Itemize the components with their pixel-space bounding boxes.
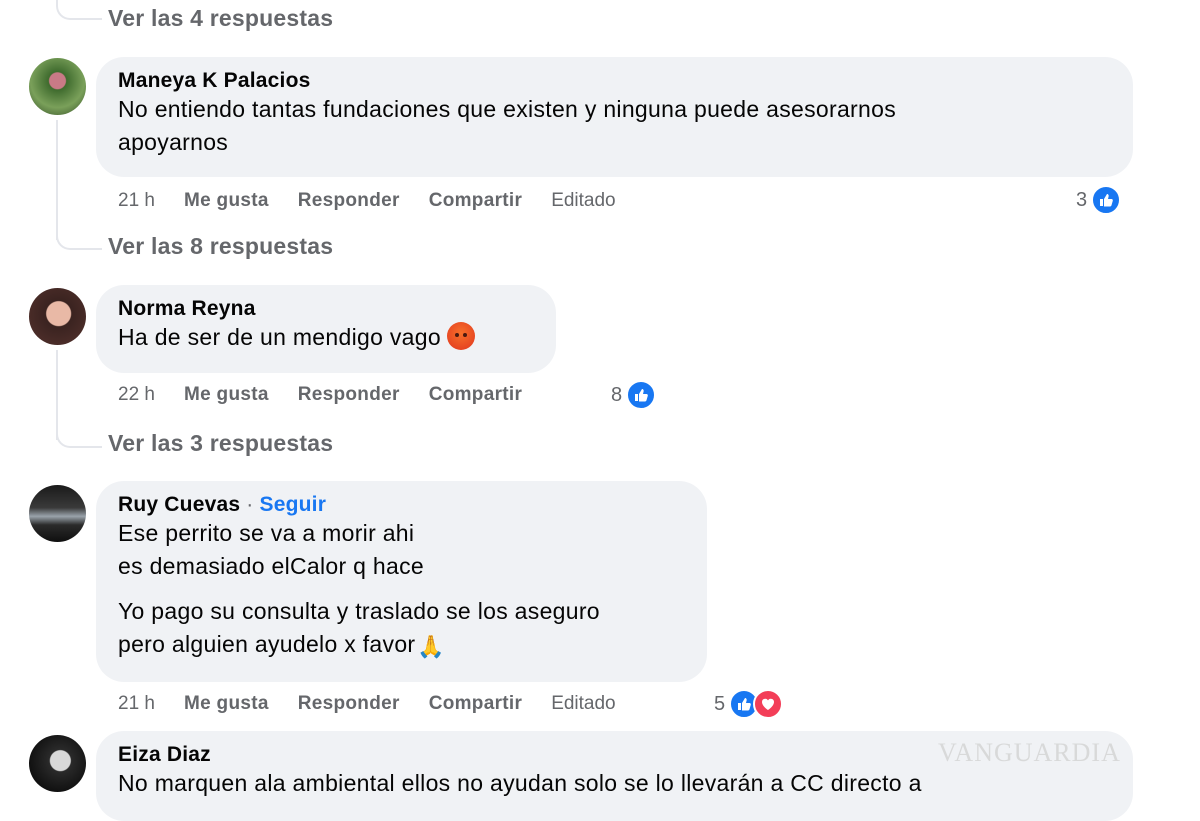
comment-actions: 21 h Me gusta Responder Compartir Editad… [118, 190, 645, 212]
reaction-summary[interactable]: 5 [714, 689, 784, 719]
reaction-count: 8 [611, 383, 623, 406]
comment-author[interactable]: Norma Reyna [118, 297, 534, 321]
comment-bubble: Maneya K Palacios No entiendo tantas fun… [96, 57, 1133, 177]
reply-button[interactable]: Responder [298, 693, 400, 715]
comment-text: Ha de ser de un mendigo vago [118, 321, 534, 354]
avatar[interactable] [29, 58, 86, 115]
comment-time[interactable]: 21 h [118, 190, 155, 212]
angry-face-emoji [446, 322, 475, 350]
avatar[interactable] [29, 288, 86, 345]
reply-button[interactable]: Responder [298, 384, 400, 406]
reaction-count: 5 [714, 692, 726, 715]
edited-label: Editado [551, 190, 616, 211]
folded-hands-emoji: 🙏 [417, 634, 446, 659]
reaction-count: 3 [1076, 188, 1088, 211]
share-button[interactable]: Compartir [429, 384, 523, 406]
comment-text: Ese perrito se va a morir ahi es demasia… [118, 517, 685, 663]
comment-bubble: Ruy Cuevas · Seguir Ese perrito se va a … [96, 481, 707, 682]
like-button[interactable]: Me gusta [184, 190, 269, 212]
reply-button[interactable]: Responder [298, 190, 400, 212]
reaction-summary[interactable]: 3 [1076, 185, 1122, 215]
comment-author[interactable]: Maneya K Palacios [118, 69, 1111, 93]
love-icon [753, 689, 784, 719]
view-replies-link[interactable]: Ver las 4 respuestas [108, 5, 333, 32]
like-icon [626, 380, 657, 410]
share-button[interactable]: Compartir [429, 190, 523, 212]
comment-text: No entiendo tantas fundaciones que exist… [118, 96, 896, 155]
share-button[interactable]: Compartir [429, 693, 523, 715]
thread-connector [56, 0, 102, 20]
comment-text: No marquen ala ambiental ellos no ayudan… [118, 770, 922, 796]
view-replies-link[interactable]: Ver las 3 respuestas [108, 430, 333, 457]
comment-bubble: Norma Reyna Ha de ser de un mendigo vago [96, 285, 556, 373]
comment-author[interactable]: Ruy Cuevas [118, 493, 240, 516]
avatar[interactable] [29, 485, 86, 542]
thread-connector [56, 430, 102, 448]
like-button[interactable]: Me gusta [184, 384, 269, 406]
thread-connector [56, 120, 58, 240]
watermark: VANGUARDIA [938, 738, 1121, 767]
comment-time[interactable]: 22 h [118, 384, 155, 406]
comment-author-line: Ruy Cuevas · Seguir [118, 493, 685, 517]
thread-connector [56, 350, 58, 440]
comment-actions: 22 h Me gusta Responder Compartir [118, 384, 551, 406]
reaction-summary[interactable]: 8 [611, 380, 657, 410]
view-replies-link[interactable]: Ver las 8 respuestas [108, 233, 333, 260]
avatar[interactable] [29, 735, 86, 792]
edited-label: Editado [551, 693, 616, 714]
follow-link[interactable]: Seguir [260, 493, 327, 516]
thread-connector [56, 230, 102, 250]
separator: · [246, 493, 254, 516]
comment-actions: 21 h Me gusta Responder Compartir Editad… [118, 693, 645, 715]
comment-time[interactable]: 21 h [118, 693, 155, 715]
like-icon [1091, 185, 1122, 215]
like-button[interactable]: Me gusta [184, 693, 269, 715]
